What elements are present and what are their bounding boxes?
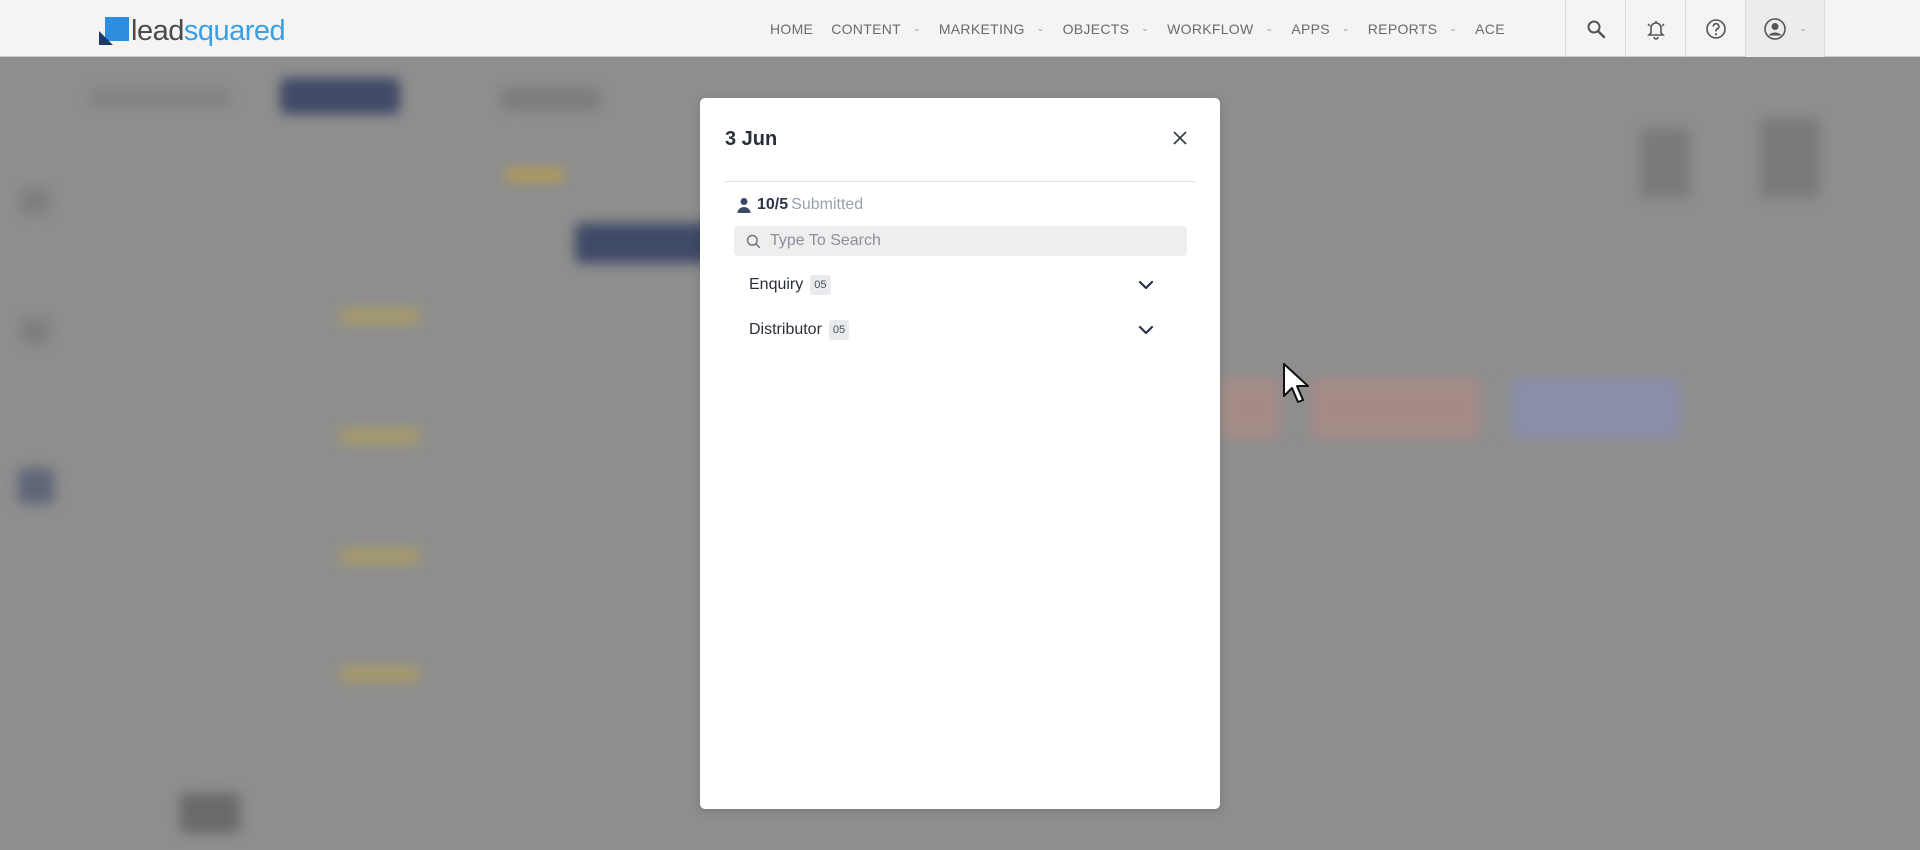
nav-content[interactable]: CONTENT ⌄ xyxy=(831,21,921,37)
nav-label: REPORTS xyxy=(1367,20,1438,37)
header-divider xyxy=(725,181,1195,182)
nav-label: ACE xyxy=(1475,20,1505,37)
chevron-down-icon: ⌄ xyxy=(1141,23,1150,33)
notification-bell-icon xyxy=(1646,20,1665,40)
submitted-summary: 10/5 Submitted xyxy=(737,196,863,214)
group-count-badge: 05 xyxy=(810,275,831,295)
nav-label: APPS xyxy=(1291,20,1330,37)
help-button[interactable] xyxy=(1685,0,1745,57)
main-menu: HOME CONTENT ⌄ MARKETING ⌄ OBJECTS ⌄ WORKFL… xyxy=(770,0,1523,57)
chevron-down-icon: ⌄ xyxy=(1799,23,1807,33)
group-row-enquiry[interactable]: Enquiry 05 xyxy=(749,272,1159,298)
leadsquared-logo[interactable]: leadsquared xyxy=(99,15,286,47)
nav-label: OBJECTS xyxy=(1062,20,1130,37)
nav-label: CONTENT xyxy=(831,20,901,37)
user-icon xyxy=(737,198,751,213)
modal-title: 3 Jun xyxy=(725,128,778,150)
nav-objects[interactable]: OBJECTS ⌄ xyxy=(1063,21,1150,37)
nav-home[interactable]: HOME xyxy=(770,21,813,37)
nav-marketing[interactable]: MARKETING ⌄ xyxy=(939,21,1045,37)
user-profile-button[interactable]: ⌄ xyxy=(1745,0,1825,57)
chevron-down-icon: ⌄ xyxy=(912,23,921,33)
nav-label: MARKETING xyxy=(938,20,1025,37)
notifications-button[interactable] xyxy=(1625,0,1685,57)
search-button[interactable] xyxy=(1565,0,1625,57)
top-navigation-bar: leadsquared HOME CONTENT ⌄ MARKETING ⌄ OBJ… xyxy=(0,0,1920,57)
nav-utility-icons: ⌄ xyxy=(1565,0,1825,57)
user-profile-icon xyxy=(1764,17,1787,40)
chevron-down-icon: ⌄ xyxy=(1341,23,1350,33)
help-icon xyxy=(1705,18,1726,39)
close-button[interactable] xyxy=(1168,126,1192,150)
logo-mark-icon xyxy=(99,17,129,45)
chevron-down-icon[interactable] xyxy=(1137,278,1155,292)
mouse-cursor-icon xyxy=(1283,363,1309,403)
nav-label: HOME xyxy=(770,20,814,37)
logo-wordmark: leadsquared xyxy=(131,15,286,47)
nav-label: WORKFLOW xyxy=(1167,20,1254,37)
nav-apps[interactable]: APPS ⌄ xyxy=(1291,21,1349,37)
close-icon xyxy=(1173,131,1187,145)
nav-workflow[interactable]: WORKFLOW ⌄ xyxy=(1167,21,1273,37)
nav-reports[interactable]: REPORTS ⌄ xyxy=(1368,21,1457,37)
search-box xyxy=(734,226,1187,256)
submitted-label: Submitted xyxy=(791,196,864,213)
group-row-distributor[interactable]: Distributor 05 xyxy=(749,317,1159,343)
chevron-down-icon: ⌄ xyxy=(1265,23,1274,33)
chevron-down-icon[interactable] xyxy=(1137,323,1155,337)
group-name: Enquiry xyxy=(749,276,804,293)
chevron-down-icon: ⌄ xyxy=(1449,23,1458,33)
group-name: Distributor xyxy=(749,321,822,338)
group-count-badge: 05 xyxy=(828,320,850,340)
search-icon xyxy=(1587,20,1605,38)
day-submissions-modal: 3 Jun 10/5 Submitted Enquiry 05 Distribu… xyxy=(700,98,1220,809)
search-input[interactable] xyxy=(770,232,1170,250)
search-icon xyxy=(746,234,761,248)
nav-ace[interactable]: ACE xyxy=(1475,21,1505,37)
submitted-count: 10/5 xyxy=(757,196,789,213)
chevron-down-icon: ⌄ xyxy=(1036,23,1045,33)
